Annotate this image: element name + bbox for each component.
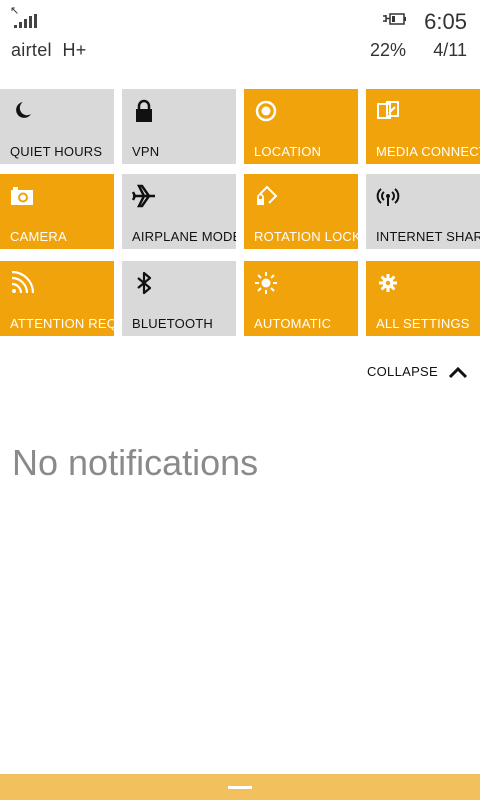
tile-label: LOCATION [254,144,322,159]
tile-label: VPN [132,144,160,159]
tile-location[interactable]: LOCATION [244,89,358,164]
location-icon [255,100,277,122]
tile-camera[interactable]: CAMERA [0,174,114,249]
battery-percent: 22% [370,40,407,60]
chevron-up-icon [448,366,468,378]
status-bar: ↖ airtel H+ 6:05 22% 4/11 [0,0,480,72]
tile-label: CAMERA [10,229,67,244]
bluetooth-icon [137,271,152,295]
quick-actions-grid: QUIET HOURS VPN LOCATION MEDIA CONNECT C… [0,89,480,337]
tile-attention-required[interactable]: ATTENTION REQUIRED [0,261,114,336]
tile-quiet-hours[interactable]: QUIET HOURS [0,89,114,164]
tile-label: BLUETOOTH [132,316,214,331]
tile-label: ALL SETTINGS [376,316,470,331]
internet-sharing-icon [376,188,400,206]
tile-all-settings[interactable]: ALL SETTINGS [366,261,480,336]
tile-label: AIRPLANE MODE [132,229,236,244]
signal-strength-icon: ↖ [10,6,40,32]
tile-label: MEDIA CONNECT [376,144,480,159]
no-notifications-text: No notifications [12,442,259,483]
tile-bluetooth[interactable]: BLUETOOTH [122,261,236,336]
tile-label: ATTENTION REQUIRED [10,316,114,331]
carrier-name: airtel [11,40,52,60]
tile-label: INTERNET SHARING [376,229,480,244]
wifi-icon [11,271,34,294]
drag-handle[interactable] [228,786,252,789]
tile-airplane-mode[interactable]: AIRPLANE MODE [122,174,236,249]
tile-internet-sharing[interactable]: INTERNET SHARING [366,174,480,249]
tile-media-connect[interactable]: MEDIA CONNECT [366,89,480,164]
gear-icon [379,274,397,292]
tile-vpn[interactable]: VPN [122,89,236,164]
carrier-label: airtel H+ [11,40,87,61]
date-label: 4/11 [433,40,467,60]
airplane-icon [132,184,155,208]
collapse-label: COLLAPSE [366,364,438,379]
tile-automatic-brightness[interactable]: AUTOMATIC [244,261,358,336]
lock-icon [136,99,152,122]
tile-label: AUTOMATIC [254,316,332,331]
camera-icon [11,187,33,205]
brightness-icon [255,272,277,294]
moon-icon [16,102,31,118]
action-center-handle-bar[interactable] [0,774,480,800]
clock-time: 6:05 [424,9,467,34]
network-type: H+ [62,40,87,60]
collapse-button[interactable]: COLLAPSE [367,364,468,379]
tile-label: QUIET HOURS [10,144,103,159]
media-connect-icon [377,101,399,119]
battery-charging-icon [383,13,406,25]
tile-label: ROTATION LOCK [254,229,358,244]
rotation-lock-icon [257,185,278,205]
tile-rotation-lock[interactable]: ROTATION LOCK [244,174,358,249]
